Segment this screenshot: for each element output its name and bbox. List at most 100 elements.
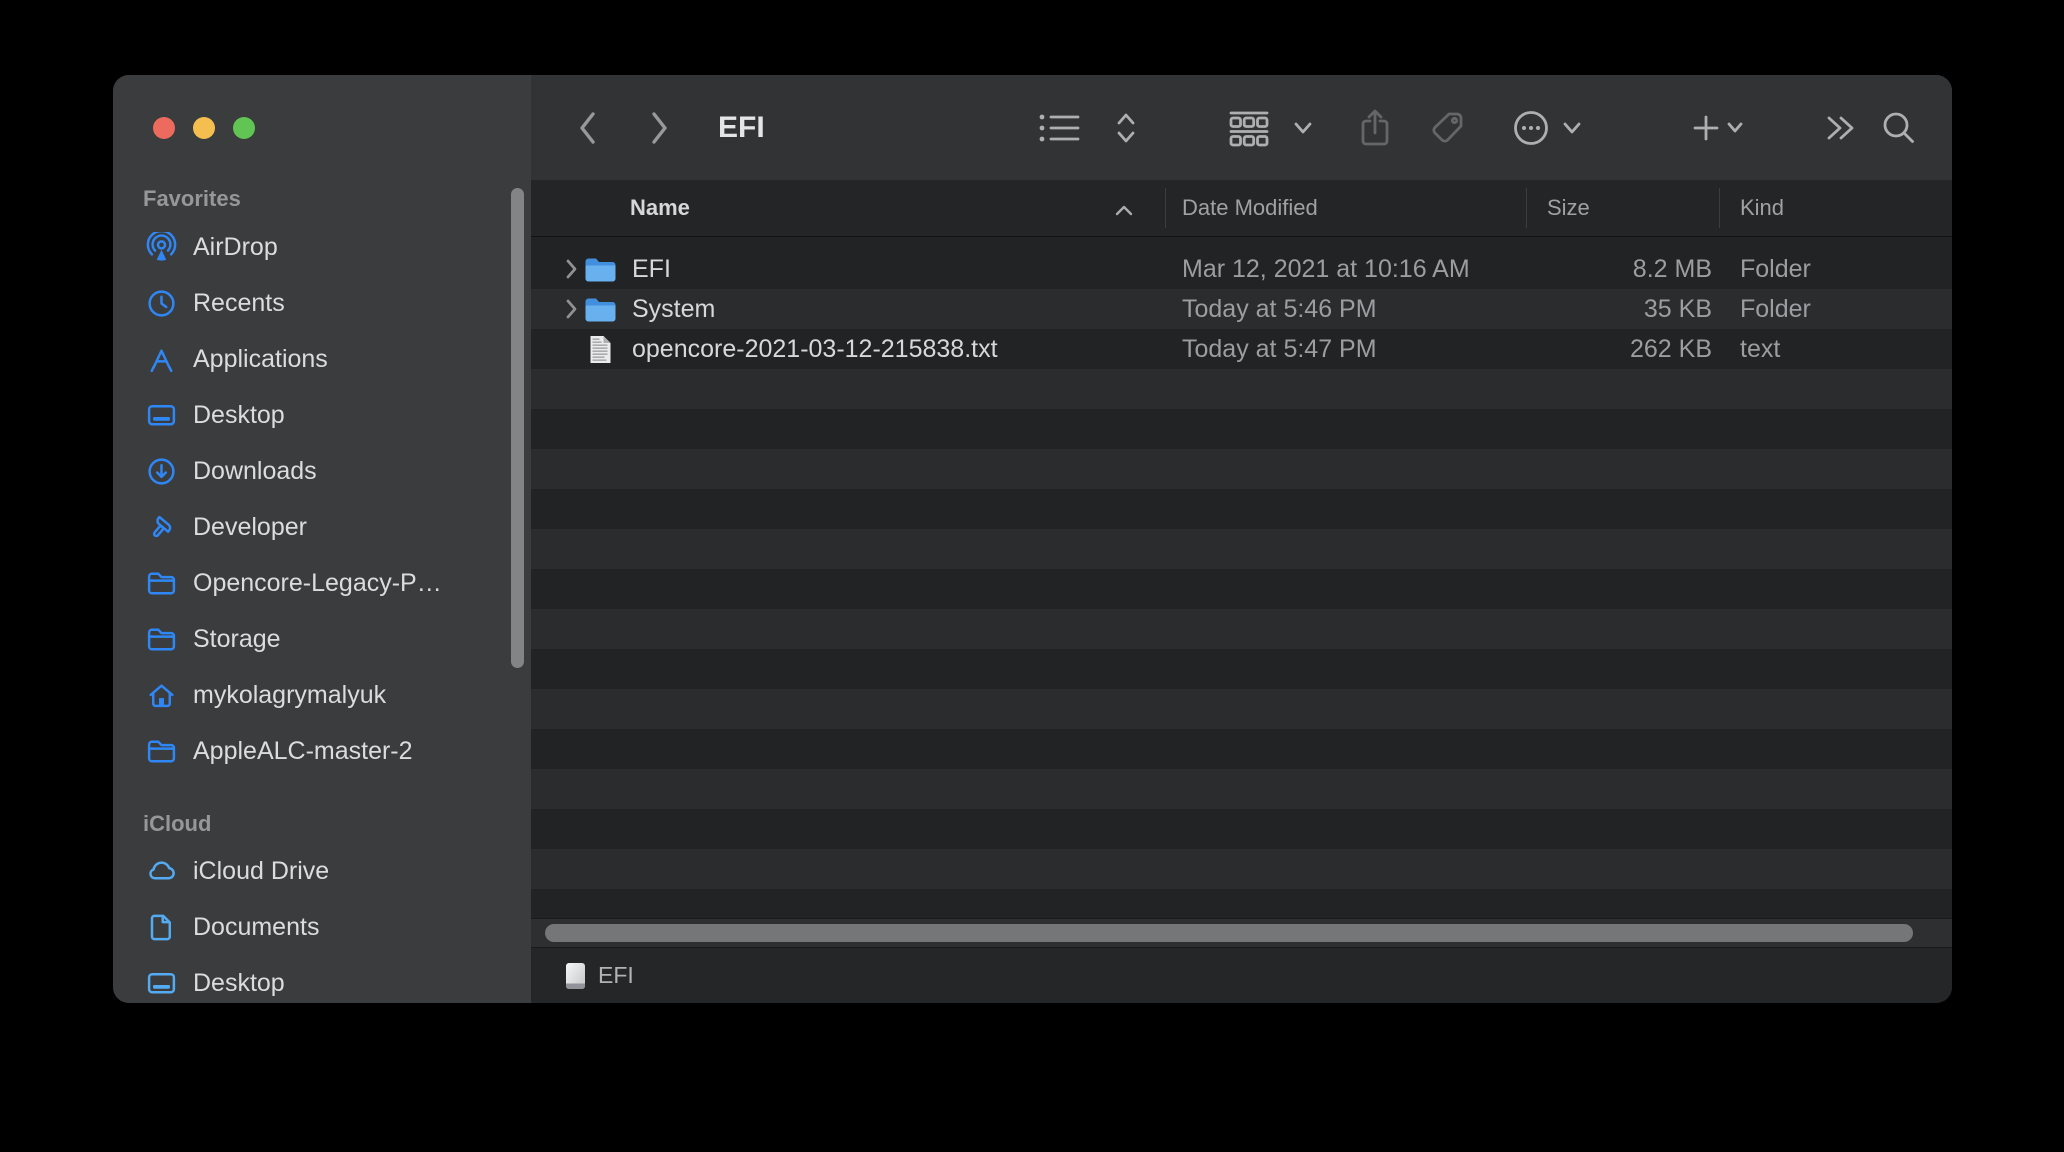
finder-window: Favorites AirDrop Recents xyxy=(113,75,1952,1003)
text-file-icon xyxy=(589,335,612,371)
file-date-modified: Mar 12, 2021 at 10:16 AM xyxy=(1182,249,1470,289)
file-kind: Folder xyxy=(1740,289,1811,329)
horizontal-scrollbar-thumb[interactable] xyxy=(545,924,1913,942)
sidebar-item-documents[interactable]: Documents xyxy=(113,899,531,955)
sidebar-item-home[interactable]: mykolagrymalyuk xyxy=(113,667,531,723)
table-row[interactable]: opencore-2021-03-12-215838.txt Today at … xyxy=(531,329,1952,369)
sidebar-item-label: iCloud Drive xyxy=(193,857,329,886)
group-by-button[interactable] xyxy=(1228,75,1270,180)
view-switcher-chevrons[interactable] xyxy=(1115,75,1137,180)
folder-icon xyxy=(146,624,177,655)
empty-row-stripe xyxy=(531,649,1952,689)
view-switcher-chevrons-icon xyxy=(1115,110,1137,146)
forward-chevron-icon xyxy=(648,110,670,146)
sidebar-item-label: Applications xyxy=(193,345,328,374)
table-row[interactable]: EFI Mar 12, 2021 at 10:16 AM 8.2 MB Fold… xyxy=(531,249,1952,289)
more-actions-button[interactable] xyxy=(1512,75,1550,180)
column-separator[interactable] xyxy=(1526,188,1527,228)
sidebar-item-label: Desktop xyxy=(193,969,285,998)
column-header-name[interactable]: Name xyxy=(630,180,690,236)
sidebar-item-recents[interactable]: Recents xyxy=(113,275,531,331)
zoom-button[interactable] xyxy=(233,117,255,139)
disclosure-chevron-icon[interactable] xyxy=(565,298,578,327)
cloud-icon xyxy=(146,856,177,887)
new-folder-button[interactable] xyxy=(1691,75,1721,180)
table-row[interactable]: System Today at 5:46 PM 35 KB Folder xyxy=(531,289,1952,329)
sidebar-item-icloud-drive[interactable]: iCloud Drive xyxy=(113,843,531,899)
empty-row-stripe xyxy=(531,369,1952,409)
sidebar-item-airdrop[interactable]: AirDrop xyxy=(113,219,531,275)
file-size: 35 KB xyxy=(1526,289,1712,329)
more-actions-chevron[interactable] xyxy=(1563,75,1581,180)
sidebar-item-label: Storage xyxy=(193,625,281,654)
disclosure-chevron-icon[interactable] xyxy=(565,258,578,287)
document-icon xyxy=(146,912,177,943)
sidebar-item-storage[interactable]: Storage xyxy=(113,611,531,667)
back-button[interactable] xyxy=(577,75,599,180)
column-header-size[interactable]: Size xyxy=(1547,180,1590,236)
sidebar-scrollbar[interactable] xyxy=(511,188,524,668)
sidebar-item-label: AirDrop xyxy=(193,233,278,262)
column-header-date-modified[interactable]: Date Modified xyxy=(1182,180,1318,236)
file-kind: Folder xyxy=(1740,249,1811,289)
group-by-chevron[interactable] xyxy=(1294,75,1312,180)
sidebar-item-applealc[interactable]: AppleALC-master-2 xyxy=(113,723,531,779)
sort-ascending-icon xyxy=(1115,203,1133,221)
file-name: EFI xyxy=(632,249,671,289)
toolbar-overflow-button[interactable] xyxy=(1823,75,1857,180)
overflow-double-chevron-icon xyxy=(1823,113,1857,143)
forward-button[interactable] xyxy=(648,75,670,180)
search-button[interactable] xyxy=(1881,75,1917,180)
sidebar-item-desktop-icloud[interactable]: Desktop xyxy=(113,955,531,1003)
status-bar: EFI xyxy=(531,948,1952,1003)
hammer-icon xyxy=(146,512,177,543)
chevron-down-icon xyxy=(1563,122,1581,134)
column-header-kind[interactable]: Kind xyxy=(1740,180,1784,236)
list-column-header: Name Date Modified Size Kind xyxy=(531,180,1952,237)
sidebar-item-label: AppleALC-master-2 xyxy=(193,737,413,766)
sidebar-item-developer[interactable]: Developer xyxy=(113,499,531,555)
close-button[interactable] xyxy=(153,117,175,139)
empty-row-stripe xyxy=(531,609,1952,649)
file-list-body: EFI Mar 12, 2021 at 10:16 AM 8.2 MB Fold… xyxy=(531,237,1952,918)
sidebar-item-label: Developer xyxy=(193,513,307,542)
empty-row-stripe xyxy=(531,569,1952,609)
more-ellipsis-icon xyxy=(1512,109,1550,147)
screen: Favorites AirDrop Recents xyxy=(0,0,2064,1152)
sidebar-item-desktop[interactable]: Desktop xyxy=(113,387,531,443)
empty-row-stripe xyxy=(531,449,1952,489)
desktop-icon xyxy=(146,400,177,431)
sidebar-item-label: Downloads xyxy=(193,457,317,486)
chevron-down-icon xyxy=(1294,122,1312,134)
column-separator[interactable] xyxy=(1165,188,1166,228)
column-separator[interactable] xyxy=(1719,188,1720,228)
share-icon xyxy=(1359,107,1391,149)
download-circle-icon xyxy=(146,456,177,487)
empty-row-stripe xyxy=(531,529,1952,569)
horizontal-scrollbar[interactable] xyxy=(531,918,1952,948)
sidebar-item-label: mykolagrymalyuk xyxy=(193,681,386,710)
window-title: EFI xyxy=(718,75,765,180)
sidebar-item-label: Recents xyxy=(193,289,285,318)
file-size: 262 KB xyxy=(1526,329,1712,369)
back-chevron-icon xyxy=(577,110,599,146)
empty-row-stripe xyxy=(531,889,1952,918)
folder-icon xyxy=(585,297,616,329)
new-folder-chevron[interactable] xyxy=(1727,75,1743,180)
sidebar-item-downloads[interactable]: Downloads xyxy=(113,443,531,499)
list-view-icon xyxy=(1038,111,1082,145)
file-size: 8.2 MB xyxy=(1526,249,1712,289)
traffic-lights xyxy=(153,117,255,139)
share-button[interactable] xyxy=(1359,75,1391,180)
sidebar-item-applications[interactable]: Applications xyxy=(113,331,531,387)
path-bar-volume-label: EFI xyxy=(598,962,634,989)
minimize-button[interactable] xyxy=(193,117,215,139)
view-mode-button[interactable] xyxy=(1038,75,1082,180)
disk-icon xyxy=(565,962,586,990)
path-bar-item[interactable]: EFI xyxy=(565,948,634,1003)
empty-row-stripe xyxy=(531,729,1952,769)
desktop-icon xyxy=(146,968,177,999)
sidebar-item-opencore-legacy[interactable]: Opencore-Legacy-P… xyxy=(113,555,531,611)
empty-row-stripe xyxy=(531,409,1952,449)
tag-button[interactable] xyxy=(1430,75,1466,180)
